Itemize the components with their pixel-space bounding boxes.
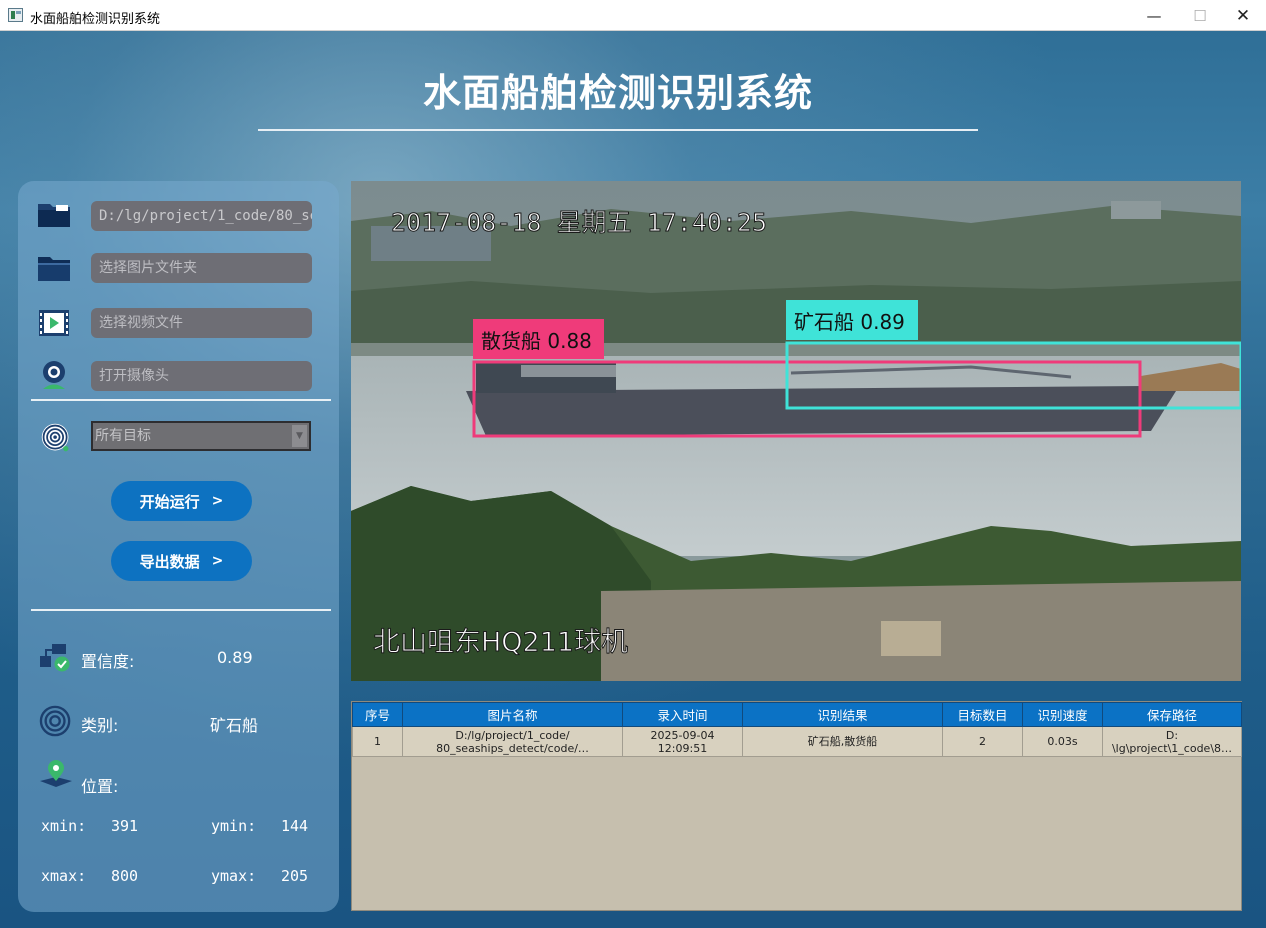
xmax-label: xmax:	[41, 867, 87, 885]
ymax-label: ymax:	[211, 867, 257, 885]
confidence-value: 0.89	[217, 648, 253, 667]
target-type-select[interactable]: 所有目标 ▼	[91, 421, 311, 451]
cell-speed[interactable]: 0.03s	[1022, 726, 1103, 757]
column-header[interactable]: 序号	[352, 702, 403, 727]
video-file-icon[interactable]	[36, 307, 72, 339]
xmin-value: 391	[111, 817, 139, 835]
column-header[interactable]: 识别结果	[742, 702, 943, 727]
cell-save-path-line2: \lg\project\1_code\8…	[1111, 741, 1233, 755]
column-header[interactable]: 保存路径	[1102, 702, 1242, 727]
camera-open-field[interactable]: 打开摄像头	[91, 361, 312, 391]
cell-image-name[interactable]: D:/lg/project/1_code/ 80_seaships_detect…	[402, 726, 623, 757]
image-path-field[interactable]: D:/lg/project/1_code/80_seaships_detect/…	[91, 201, 312, 231]
folder-select-field[interactable]: 选择图片文件夹	[91, 253, 312, 283]
export-data-button[interactable]: 导出数据 >	[111, 541, 252, 581]
column-header[interactable]: 录入时间	[622, 702, 743, 727]
cell-save-path-line1: D:	[1165, 728, 1179, 742]
detection-image-view: 2017-08-18 星期五 17:40:25 北山咀东HQ211球机 散货船 …	[351, 181, 1241, 681]
class-icon	[39, 705, 71, 737]
window-titlebar: 水面船舶检测识别系统 — ☐ ✕	[0, 0, 1266, 31]
app-icon	[8, 8, 23, 22]
cell-index[interactable]: 1	[352, 726, 403, 757]
camera-label-overlay: 北山咀东HQ211球机	[373, 627, 628, 658]
column-header[interactable]: 识别速度	[1022, 702, 1103, 727]
export-data-label: 导出数据	[139, 552, 200, 571]
cell-save-path[interactable]: D: \lg\project\1_code\8…	[1102, 726, 1242, 757]
chevron-right-icon: >	[211, 493, 224, 509]
minimize-button[interactable]: —	[1131, 0, 1177, 31]
cell-time-clock: 12:09:51	[657, 741, 708, 755]
start-run-button[interactable]: 开始运行 >	[111, 481, 252, 521]
cell-result[interactable]: 矿石船,散货船	[742, 726, 943, 757]
start-run-label: 开始运行	[139, 492, 200, 511]
column-header[interactable]: 目标数目	[942, 702, 1023, 727]
divider	[31, 399, 331, 401]
detection-label-ore: 矿石船 0.89	[794, 310, 905, 334]
xmax-value: 800	[111, 867, 139, 885]
detection-label-bulk: 散货船 0.88	[481, 329, 592, 353]
class-value: 矿石船	[210, 716, 259, 735]
timestamp-overlay: 2017-08-18 星期五 17:40:25	[391, 208, 767, 237]
page-title: 水面船舶检测识别系统	[422, 71, 813, 115]
cell-time[interactable]: 2025-09-04 12:09:51	[622, 726, 743, 757]
cell-image-name-line2: 80_seaships_detect/code/…	[436, 741, 589, 755]
webcam-icon[interactable]	[36, 359, 72, 391]
class-label: 类别:	[81, 716, 119, 735]
confidence-label: 置信度:	[81, 652, 135, 671]
cell-time-date: 2025-09-04	[650, 728, 715, 742]
video-select-field[interactable]: 选择视频文件	[91, 308, 312, 338]
maximize-button[interactable]: ☐	[1177, 0, 1223, 31]
ymin-value: 144	[281, 817, 309, 835]
confidence-icon	[40, 644, 70, 672]
cell-count[interactable]: 2	[942, 726, 1023, 757]
xmin-label: xmin:	[41, 817, 87, 835]
results-table: 序号 图片名称 录入时间 识别结果 目标数目 识别速度 保存路径 1 D:/lg…	[351, 701, 1242, 911]
location-pin-icon	[40, 760, 72, 787]
folder-icon[interactable]	[36, 252, 72, 284]
window-title: 水面船舶检测识别系统	[30, 12, 161, 27]
title-underline	[258, 129, 978, 131]
open-image-icon[interactable]	[36, 199, 72, 231]
divider	[31, 609, 331, 611]
chevron-right-icon: >	[211, 553, 224, 569]
detection-frame: 2017-08-18 星期五 17:40:25 北山咀东HQ211球机 散货船 …	[351, 181, 1241, 681]
ymin-label: ymin:	[211, 817, 257, 835]
chevron-down-icon[interactable]: ▼	[292, 425, 307, 447]
ymax-value: 205	[281, 867, 309, 885]
column-header[interactable]: 图片名称	[402, 702, 623, 727]
position-label: 位置:	[81, 777, 119, 796]
cell-image-name-line1: D:/lg/project/1_code/	[455, 728, 570, 742]
table-header-row: 序号 图片名称 录入时间 识别结果 目标数目 识别速度 保存路径	[352, 702, 1242, 727]
close-button[interactable]: ✕	[1220, 0, 1266, 31]
table-row[interactable]: 1 D:/lg/project/1_code/ 80_seaships_dete…	[352, 726, 1242, 757]
target-icon	[41, 423, 69, 452]
target-select-value: 所有目标	[95, 428, 151, 444]
